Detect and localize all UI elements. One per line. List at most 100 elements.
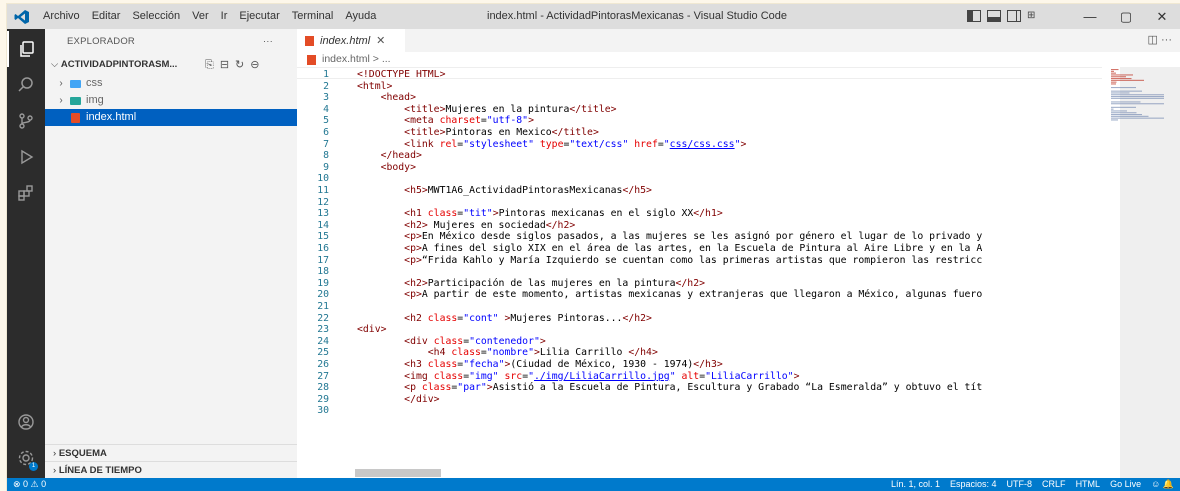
code-token: Mujeres en sociedad bbox=[427, 219, 546, 231]
status-item[interactable]: HTML bbox=[1076, 478, 1101, 491]
menu-archivo[interactable]: Archivo bbox=[37, 4, 86, 29]
code-line: <h2 class="cont" >Mujeres Pintoras...</h… bbox=[357, 313, 652, 325]
status-item[interactable]: Espacios: 4 bbox=[950, 478, 997, 491]
tab-index-html[interactable]: index.html ✕ bbox=[297, 29, 405, 52]
vscode-logo-icon bbox=[7, 4, 37, 29]
code-token: </title> bbox=[551, 127, 599, 138]
breadcrumb-item[interactable]: ... bbox=[382, 52, 391, 67]
line-number: 7 bbox=[323, 138, 329, 150]
code-token: Mujeres Pintoras... bbox=[510, 312, 623, 324]
code-token: <title> bbox=[357, 127, 446, 138]
html5-icon bbox=[71, 112, 80, 123]
code-token: class bbox=[427, 359, 458, 370]
code-line: <body> bbox=[357, 162, 416, 174]
status-item[interactable]: Lín. 1, col. 1 bbox=[891, 478, 940, 491]
problems-indicator[interactable]: ⊗ 0 ⚠ 0 bbox=[13, 478, 46, 491]
search-icon[interactable] bbox=[7, 67, 45, 103]
horizontal-scrollbar[interactable] bbox=[355, 469, 441, 477]
new-file-icon[interactable]: ⎘ bbox=[205, 55, 214, 75]
breadcrumb-item[interactable]: index.html bbox=[322, 52, 370, 67]
html5-icon bbox=[307, 54, 316, 65]
more-actions-icon[interactable]: ··· bbox=[263, 29, 273, 55]
notifications-icon[interactable]: ☺ 🔔 bbox=[1151, 478, 1174, 491]
code-token: “Frida Kahlo y María Izquierdo se cuenta… bbox=[421, 254, 983, 266]
new-folder-icon[interactable]: ⊟ bbox=[220, 55, 229, 75]
manage-gear-icon[interactable]: 1 bbox=[7, 440, 45, 476]
refresh-icon[interactable]: ↻ bbox=[235, 55, 244, 75]
line-number: 9 bbox=[323, 161, 329, 173]
account-icon[interactable] bbox=[7, 404, 45, 440]
menu-ver[interactable]: Ver bbox=[186, 4, 215, 29]
line-number: 18 bbox=[317, 266, 329, 278]
close-tab-icon[interactable]: ✕ bbox=[376, 34, 385, 47]
minimap-line bbox=[1111, 70, 1114, 72]
breadcrumb: index.html > ... bbox=[297, 52, 1180, 67]
tree-item-index-html[interactable]: index.html bbox=[45, 109, 297, 126]
minimize-button[interactable]: — bbox=[1072, 4, 1108, 29]
line-number: 19 bbox=[317, 277, 329, 289]
menu-ayuda[interactable]: Ayuda bbox=[339, 4, 382, 29]
code-line: <h4 class="nombre">Lilia Carrillo </h4> bbox=[357, 347, 658, 359]
status-item[interactable]: Go Live bbox=[1110, 478, 1141, 491]
code-token: "tit" bbox=[463, 208, 493, 220]
maximize-button[interactable]: ▢ bbox=[1108, 4, 1144, 29]
extensions-icon[interactable] bbox=[7, 175, 45, 211]
status-item[interactable]: CRLF bbox=[1042, 478, 1066, 491]
code-token: ./img/LiliaCarrillo.jpg bbox=[534, 370, 670, 382]
code-line: <h1 class="tit">Pintoras mexicanas en el… bbox=[357, 208, 723, 220]
editor-actions[interactable]: ◫ ··· bbox=[1148, 33, 1172, 46]
minimap-line bbox=[1111, 106, 1136, 108]
code-editor[interactable]: 1 <!DOCTYPE HTML> 2 <html> 3 <head> 4 <title>… bbox=[297, 67, 1102, 478]
tree-item-css[interactable]: › css bbox=[45, 75, 297, 92]
toggle-sidebar-icon[interactable] bbox=[967, 10, 981, 22]
tree-item-img[interactable]: › img bbox=[45, 92, 297, 109]
code-token: <body> bbox=[357, 161, 416, 173]
toggle-panel-icon[interactable] bbox=[987, 10, 1001, 22]
minimap-line bbox=[1111, 101, 1141, 103]
line-number: 14 bbox=[317, 219, 329, 231]
source-control-icon[interactable] bbox=[7, 103, 45, 139]
outline-section[interactable]: › ESQUEMA bbox=[45, 444, 297, 461]
code-token: rel bbox=[439, 138, 458, 150]
menu-editar[interactable]: Editar bbox=[86, 4, 127, 29]
code-token: <h2 bbox=[357, 312, 428, 324]
explorer-title: EXPLORADOR bbox=[67, 36, 135, 47]
minimap-line bbox=[1111, 97, 1164, 99]
line-number: 13 bbox=[317, 208, 329, 220]
project-folder-header[interactable]: ⌵ ACTIVIDADPINTORASM... ⎘ ⊟ ↻ ⊖ bbox=[45, 55, 297, 75]
menu-terminal[interactable]: Terminal bbox=[286, 4, 340, 29]
menu-ejecutar[interactable]: Ejecutar bbox=[233, 4, 285, 29]
line-number: 6 bbox=[323, 127, 329, 138]
line-number: 17 bbox=[317, 254, 329, 266]
code-token: <link bbox=[357, 138, 440, 150]
folder-icon bbox=[70, 79, 81, 88]
code-token: class bbox=[427, 208, 458, 220]
menu-selección[interactable]: Selección bbox=[126, 4, 186, 29]
status-item[interactable]: UTF-8 bbox=[1007, 478, 1033, 491]
minimap-line bbox=[1111, 83, 1116, 85]
code-token: src bbox=[504, 370, 523, 382]
minimap-line bbox=[1111, 72, 1116, 74]
code-token: > bbox=[793, 370, 800, 382]
code-line: <p>En México desde siglos pasados, a las… bbox=[357, 231, 982, 243]
code-token: css/css.css bbox=[669, 138, 735, 150]
run-debug-icon[interactable] bbox=[7, 139, 45, 175]
menu-ir[interactable]: Ir bbox=[215, 4, 234, 29]
explorer-icon[interactable] bbox=[7, 31, 45, 67]
code-token: > bbox=[528, 115, 534, 127]
breadcrumb-separator: > bbox=[372, 53, 379, 65]
close-button[interactable]: ✕ bbox=[1144, 4, 1180, 29]
code-token: <p> bbox=[357, 231, 422, 243]
line-number: 4 bbox=[323, 103, 329, 115]
toggle-secondary-sidebar-icon[interactable] bbox=[1007, 10, 1021, 22]
line-number: 28 bbox=[317, 382, 329, 394]
code-token: (Ciudad de México, 1930 - 1974) bbox=[510, 359, 694, 370]
minimap[interactable] bbox=[1107, 67, 1180, 478]
collapse-all-icon[interactable]: ⊖ bbox=[250, 55, 259, 75]
code-token: "cont" bbox=[463, 312, 499, 324]
code-line: </div> bbox=[357, 394, 439, 406]
timeline-section[interactable]: › LÍNEA DE TIEMPO bbox=[45, 461, 297, 478]
minimap-line bbox=[1111, 92, 1130, 94]
code-token: <meta bbox=[357, 115, 440, 127]
customize-layout-icon[interactable]: ⊞ bbox=[1027, 10, 1041, 22]
